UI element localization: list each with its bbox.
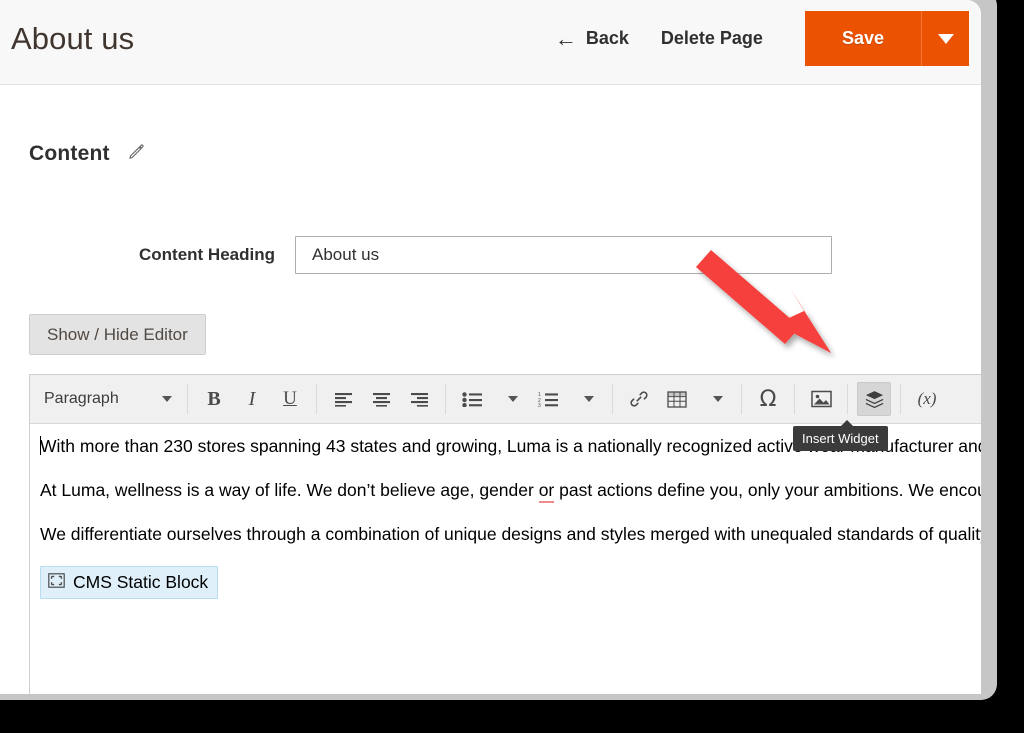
insert-image-icon[interactable] bbox=[804, 382, 838, 416]
align-right-icon[interactable] bbox=[402, 382, 436, 416]
editor-paragraph-3: We differentiate ourselves through a com… bbox=[40, 524, 981, 544]
bullet-list-icon[interactable] bbox=[455, 382, 489, 416]
page-header: About us ← Back Delete Page Save bbox=[0, 0, 981, 85]
widget-placeholder-icon bbox=[48, 570, 65, 595]
back-button-label: Back bbox=[585, 28, 629, 48]
back-button[interactable]: ← Back bbox=[541, 20, 643, 58]
insert-variable-icon[interactable]: (x) bbox=[910, 382, 944, 416]
insert-widget-icon[interactable] bbox=[857, 382, 891, 416]
content-section-header: Content bbox=[29, 142, 145, 166]
chevron-down-icon bbox=[162, 396, 172, 402]
toolbar-divider bbox=[187, 384, 188, 414]
toolbar-divider bbox=[847, 384, 848, 414]
align-left-icon[interactable] bbox=[326, 382, 360, 416]
table-icon[interactable] bbox=[660, 382, 694, 416]
screenshot-root: About us ← Back Delete Page Save Content bbox=[0, 0, 1024, 733]
cms-static-block-widget[interactable]: CMS Static Block bbox=[40, 566, 219, 599]
toolbar-divider bbox=[445, 384, 446, 414]
svg-text:3: 3 bbox=[538, 403, 541, 407]
header-actions: ← Back Delete Page Save bbox=[541, 11, 969, 66]
special-character-icon[interactable]: Ω bbox=[751, 382, 785, 416]
align-center-icon[interactable] bbox=[364, 382, 398, 416]
toolbar-divider bbox=[794, 384, 795, 414]
section-title: Content bbox=[29, 142, 110, 165]
save-button-group: Save bbox=[804, 11, 969, 66]
caret-down-icon bbox=[937, 33, 954, 44]
table-group bbox=[658, 382, 734, 416]
page-title: About us bbox=[11, 21, 135, 56]
content-heading-field-row: Content Heading bbox=[0, 236, 860, 274]
editor-toolbar: Paragraph B I U 1 2 3 Ω (x) bbox=[30, 375, 981, 424]
cms-static-block-label: CMS Static Block bbox=[73, 572, 209, 592]
italic-icon[interactable]: I bbox=[235, 382, 269, 416]
numbered-list-icon[interactable]: 1 2 3 bbox=[531, 382, 565, 416]
bullet-list-group bbox=[453, 382, 529, 416]
wysiwyg-editor: Paragraph B I U 1 2 3 Ω (x) With more th… bbox=[29, 374, 981, 694]
show-hide-editor-button[interactable]: Show / Hide Editor bbox=[29, 314, 206, 355]
toolbar-divider bbox=[612, 384, 613, 414]
toolbar-divider bbox=[741, 384, 742, 414]
paragraph-style-select[interactable]: Paragraph bbox=[38, 382, 180, 416]
table-options-button[interactable] bbox=[698, 382, 732, 416]
content-heading-label: Content Heading bbox=[139, 245, 275, 264]
chevron-down-icon bbox=[583, 396, 594, 402]
bold-icon[interactable]: B bbox=[197, 382, 231, 416]
admin-page-window: About us ← Back Delete Page Save Content bbox=[0, 0, 981, 694]
toolbar-divider bbox=[900, 384, 901, 414]
editor-paragraph-2-text-after: past actions define you, only your ambit… bbox=[559, 480, 981, 500]
delete-page-button[interactable]: Delete Page bbox=[643, 20, 781, 57]
editor-widget-paragraph: CMS Static Block bbox=[40, 566, 981, 599]
link-icon[interactable] bbox=[622, 382, 656, 416]
misspelled-word: or bbox=[538, 480, 555, 503]
chevron-down-icon bbox=[507, 396, 518, 402]
chevron-down-icon bbox=[712, 396, 723, 402]
numbered-list-group: 1 2 3 bbox=[529, 382, 605, 416]
arrow-left-icon: ← bbox=[554, 25, 577, 51]
editor-paragraph-2-text-before: At Luma, wellness is a way of life. We d… bbox=[40, 480, 539, 500]
paragraph-style-label: Paragraph bbox=[44, 390, 119, 407]
content-heading-input[interactable] bbox=[295, 236, 832, 274]
numbered-list-options-button[interactable] bbox=[569, 382, 603, 416]
save-options-button[interactable] bbox=[921, 11, 969, 66]
bullet-list-options-button[interactable] bbox=[493, 382, 527, 416]
underline-icon[interactable]: U bbox=[273, 382, 307, 416]
toolbar-divider bbox=[316, 384, 317, 414]
insert-widget-tooltip: Insert Widget bbox=[793, 420, 888, 451]
pencil-icon[interactable] bbox=[128, 143, 145, 165]
editor-paragraph-2: At Luma, wellness is a way of life. We d… bbox=[40, 478, 981, 503]
editor-content-area[interactable]: With more than 230 stores spanning 43 st… bbox=[30, 424, 981, 694]
save-button[interactable]: Save bbox=[804, 11, 921, 66]
